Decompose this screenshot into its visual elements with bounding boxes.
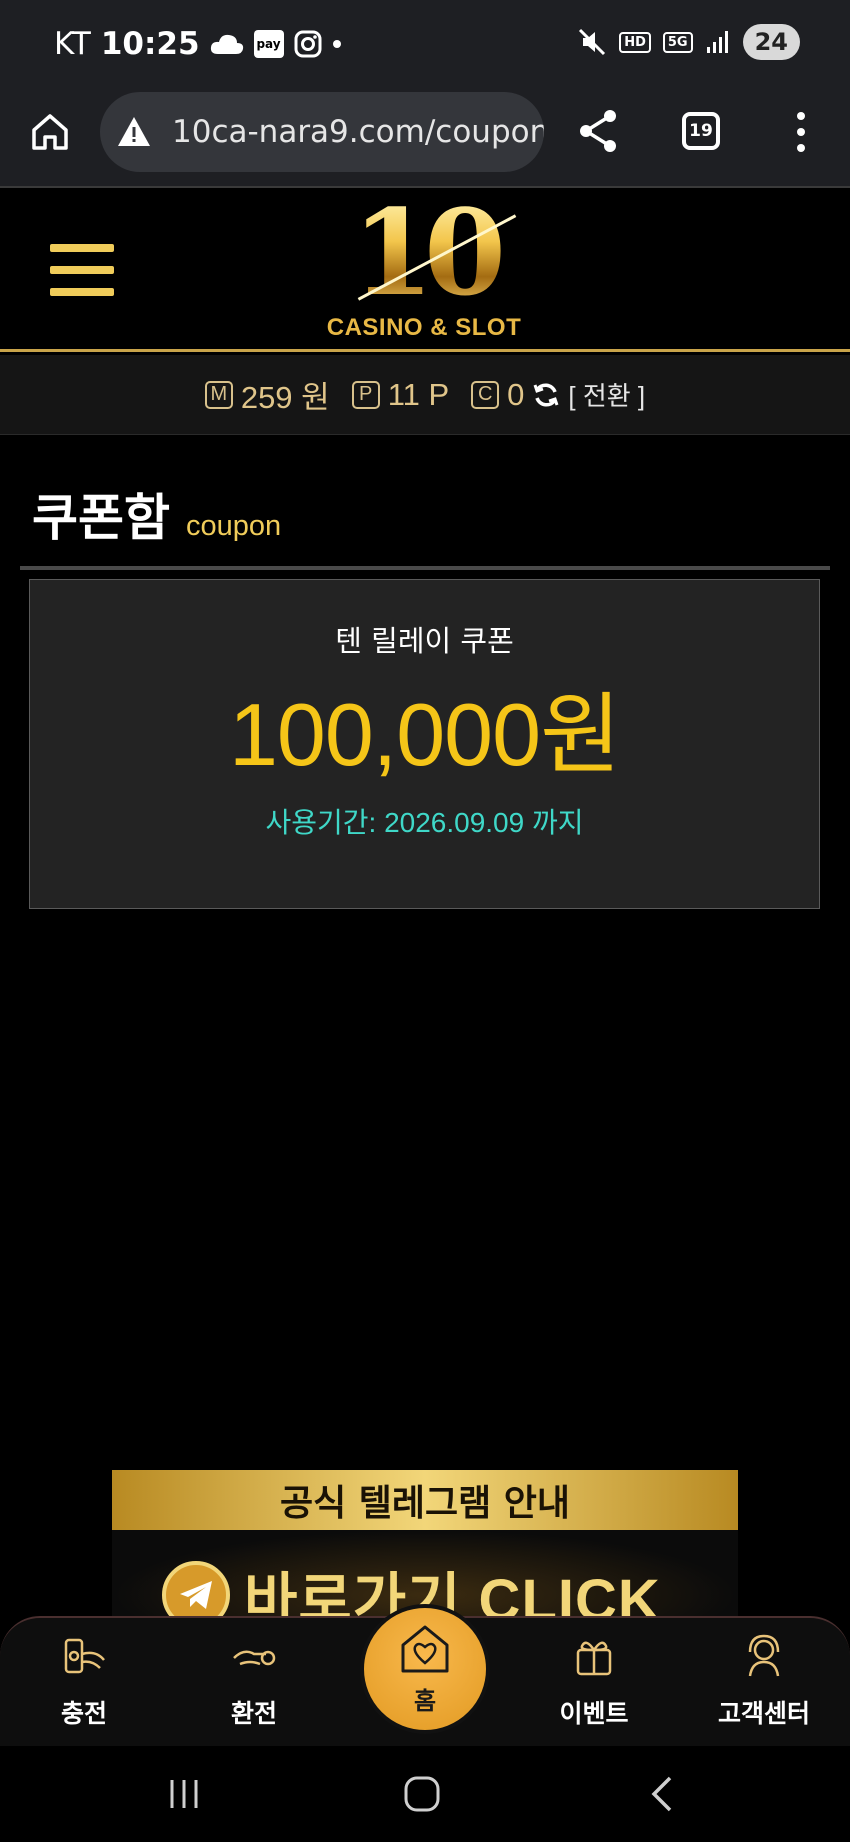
nav-withdraw[interactable]: 환전 — [194, 1632, 314, 1730]
share-icon[interactable] — [576, 108, 620, 154]
signal-icon — [706, 31, 728, 53]
url-text[interactable]: 10ca-nara9.com/coupon — [172, 114, 544, 150]
network-5g-icon: 5G — [662, 31, 693, 53]
withdraw-icon — [233, 1650, 276, 1666]
page-title-korean: 쿠폰함 — [32, 489, 170, 547]
site-logo[interactable]: 10 CASINO & SLOT — [318, 194, 530, 344]
point-icon: P — [351, 380, 380, 409]
mute-icon — [579, 28, 606, 56]
coupon-expiry: 사용기간: 2026.09.09 까지 — [265, 807, 584, 838]
coupon-amount: 100,000원 — [228, 685, 621, 784]
logo-subtitle: CASINO & SLOT — [326, 314, 522, 341]
balance-bar: M 259 원 P 11 P C 0 [ 전환 ] — [0, 355, 850, 435]
point-value: 11 P — [387, 376, 450, 412]
nav-deposit[interactable]: 충전 — [24, 1632, 144, 1730]
pay-icon: pay — [253, 30, 284, 58]
browser-toolbar: 10ca-nara9.com/coupon 19 — [0, 92, 850, 188]
clock: 10:25 — [100, 26, 200, 62]
hamburger-menu-icon[interactable] — [50, 244, 114, 296]
money-value: 259 원 — [240, 380, 330, 415]
hd-voice-icon: HD — [619, 31, 651, 53]
battery-level: 24 — [742, 24, 800, 60]
address-bar[interactable]: 10ca-nara9.com/coupon — [100, 92, 544, 172]
nav-event[interactable]: 이벤트 — [534, 1632, 654, 1730]
notification-dot-icon — [332, 40, 341, 48]
title-divider — [20, 566, 830, 570]
status-left: KT 10:25 pay — [54, 26, 342, 62]
nav-deposit-label: 충전 — [60, 1699, 107, 1728]
coin-icon: C — [471, 380, 500, 409]
more-options-icon[interactable] — [786, 112, 816, 152]
page-title-english: coupon — [186, 510, 282, 542]
coin-value: 0 — [507, 376, 525, 412]
coin-balance: C 0 [ 전환 ] — [471, 376, 645, 413]
point-balance: P 11 P — [351, 376, 450, 413]
home-heart-icon — [401, 1625, 449, 1672]
page-title: 쿠폰함 coupon — [32, 478, 281, 550]
recent-apps-icon[interactable] — [162, 1772, 206, 1816]
gift-icon — [576, 1641, 612, 1676]
money-balance: M 259 원 — [204, 372, 330, 417]
back-icon[interactable] — [640, 1772, 684, 1816]
nav-event-label: 이벤트 — [559, 1699, 629, 1728]
status-bar: KT 10:25 pay HD 5G 24 — [0, 0, 850, 92]
coupon-name: 텐 릴레이 쿠폰 — [335, 624, 514, 658]
nav-support[interactable]: 고객센터 — [704, 1632, 824, 1730]
system-nav-bar — [0, 1746, 850, 1842]
carrier-label: KT — [54, 26, 91, 62]
tab-switcher-button[interactable]: 19 — [682, 112, 720, 150]
nav-home-button[interactable]: 홈 — [360, 1604, 490, 1734]
warning-icon[interactable] — [116, 114, 152, 150]
banner-title: 공식 텔레그램 안내 — [112, 1470, 738, 1530]
nav-withdraw-label: 환전 — [230, 1699, 277, 1728]
nav-support-label: 고객센터 — [717, 1699, 810, 1728]
status-right: HD 5G 24 — [577, 24, 800, 60]
deposit-icon — [64, 1638, 105, 1674]
convert-button[interactable]: [ 전환 ] — [568, 376, 645, 413]
browser-home-icon[interactable] — [28, 110, 72, 154]
system-home-icon[interactable] — [400, 1772, 444, 1816]
cloud-icon — [210, 34, 243, 54]
site-header: 10 CASINO & SLOT — [0, 190, 850, 352]
headset-icon — [748, 1634, 780, 1677]
refresh-icon[interactable] — [532, 381, 560, 409]
money-icon: M — [204, 380, 233, 409]
coupon-card[interactable]: 텐 릴레이 쿠폰 100,000원 사용기간: 2026.09.09 까지 — [29, 579, 820, 909]
instagram-icon — [294, 30, 322, 58]
nav-home-label: 홈 — [413, 1686, 437, 1715]
logo-number: 10 — [318, 194, 530, 312]
